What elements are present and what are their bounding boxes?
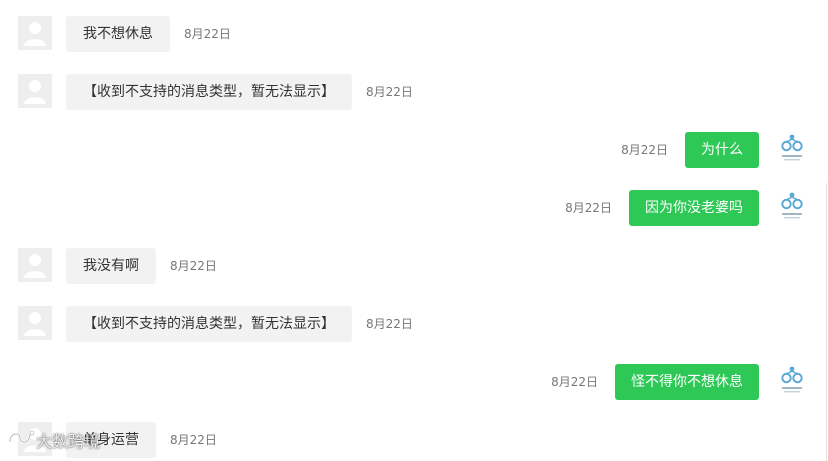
message-row-incoming: 【收到不支持的消息类型，暂无法显示】 8月22日 bbox=[0, 306, 828, 342]
default-user-avatar-icon[interactable] bbox=[18, 16, 52, 50]
brand-logo-icon[interactable] bbox=[778, 365, 806, 399]
message-timestamp: 8月22日 bbox=[551, 375, 598, 389]
message-timestamp: 8月22日 bbox=[366, 85, 413, 99]
message-bubble[interactable]: 【收到不支持的消息类型，暂无法显示】 bbox=[66, 306, 352, 342]
message-timestamp: 8月22日 bbox=[184, 27, 231, 41]
message-row-incoming: 单身运营 8月22日 bbox=[0, 422, 828, 458]
watermark: 大数跨境 bbox=[6, 427, 100, 457]
brand-logo-icon[interactable] bbox=[778, 191, 806, 225]
default-user-avatar-icon[interactable] bbox=[18, 306, 52, 340]
scrollbar-track[interactable] bbox=[826, 183, 827, 461]
message-timestamp: 8月22日 bbox=[170, 259, 217, 273]
message-timestamp: 8月22日 bbox=[170, 433, 217, 447]
message-row-incoming: 我没有啊 8月22日 bbox=[0, 248, 828, 284]
watermark-text: 大数跨境 bbox=[36, 432, 101, 451]
message-bubble[interactable]: 我没有啊 bbox=[66, 248, 156, 284]
message-bubble[interactable]: 因为你没老婆吗 bbox=[629, 190, 759, 226]
brand-logo-icon[interactable] bbox=[778, 133, 806, 167]
message-bubble[interactable]: 我不想休息 bbox=[66, 16, 170, 52]
message-timestamp: 8月22日 bbox=[621, 143, 668, 157]
default-user-avatar-icon[interactable] bbox=[18, 248, 52, 282]
message-row-incoming: 我不想休息 8月22日 bbox=[0, 16, 828, 52]
watermark-logo-icon bbox=[6, 428, 36, 458]
message-row-outgoing: 8月22日 为什么 bbox=[0, 132, 828, 168]
message-bubble[interactable]: 为什么 bbox=[685, 132, 759, 168]
message-timestamp: 8月22日 bbox=[366, 317, 413, 331]
message-row-incoming: 【收到不支持的消息类型，暂无法显示】 8月22日 bbox=[0, 74, 828, 110]
message-row-outgoing: 8月22日 因为你没老婆吗 bbox=[0, 190, 828, 226]
chat-history: 我不想休息 8月22日 【收到不支持的消息类型，暂无法显示】 8月22日 8月2… bbox=[0, 0, 828, 461]
message-bubble[interactable]: 怪不得你不想休息 bbox=[615, 364, 759, 400]
message-timestamp: 8月22日 bbox=[565, 201, 612, 215]
default-user-avatar-icon[interactable] bbox=[18, 74, 52, 108]
message-bubble[interactable]: 【收到不支持的消息类型，暂无法显示】 bbox=[66, 74, 352, 110]
message-row-outgoing: 8月22日 怪不得你不想休息 bbox=[0, 364, 828, 400]
